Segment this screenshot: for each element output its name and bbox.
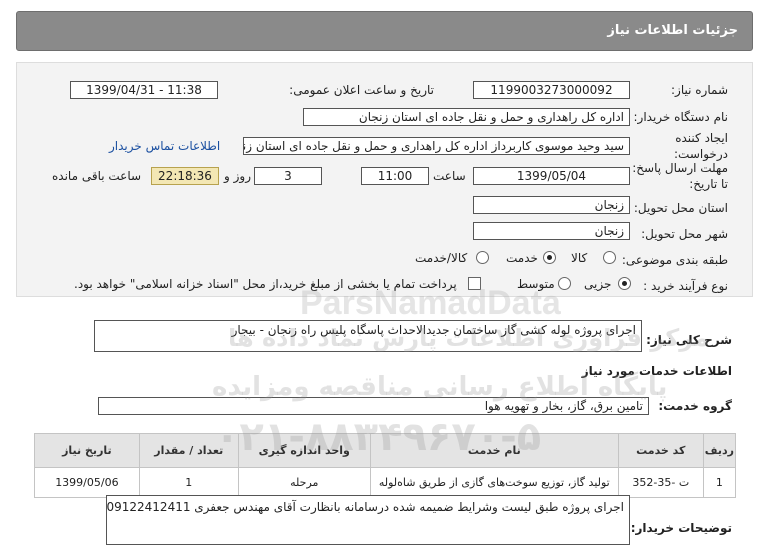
- category-goods-service-radio[interactable]: [476, 251, 489, 264]
- treasury-payment-checkbox[interactable]: [468, 277, 481, 290]
- table-header-row: ردیف کد خدمت نام خدمت واحد اندازه گیری ت…: [34, 433, 737, 468]
- creator-field: سید وحید موسوی کاربرداز اداره کل راهداری…: [243, 137, 630, 155]
- summary-field: اجرای پروژه لوله کشی گاز ساختمان جدیدالا…: [94, 320, 642, 352]
- summary-label: شرح کلی نیاز:: [646, 333, 732, 347]
- buyer-notes-label: توضیحات خریدار:: [630, 521, 732, 535]
- process-label: نوع فرآیند خرید :: [643, 279, 728, 293]
- page-header: جزئیات اطلاعات نیاز: [16, 11, 753, 51]
- deadline-time-label: ساعت: [433, 169, 466, 183]
- buyer-org-field: اداره کل راهداری و حمل و نقل جاده ای است…: [303, 108, 630, 126]
- table-cell: 1399/05/06: [34, 467, 140, 498]
- table-cell: 1: [138, 467, 239, 498]
- table-cell: 1: [702, 467, 737, 498]
- treasury-payment-note: پرداخت تمام یا بخشی از مبلغ خرید،از محل …: [74, 277, 457, 291]
- deadline-label-2: تا تاریخ:: [689, 177, 728, 191]
- remaining-time-field: 22:18:36: [151, 167, 219, 185]
- days-label: روز و: [224, 169, 251, 183]
- page-title: جزئیات اطلاعات نیاز: [607, 23, 738, 38]
- table-cell: ت -35-352: [617, 467, 704, 498]
- buyer-org-label: نام دستگاه خریدار:: [633, 110, 729, 124]
- category-service-label: خدمت: [506, 251, 538, 265]
- need-number-field: 1199003273000092: [473, 81, 630, 99]
- process-minor-radio[interactable]: [618, 277, 631, 290]
- column-header: نام خدمت: [369, 433, 619, 468]
- service-group-field: تامین برق، گاز، بخار و تهویه هوا: [98, 397, 649, 415]
- table-cell: مرحله: [237, 467, 371, 498]
- creator-label-2: درخواست:: [674, 147, 728, 161]
- category-service-radio[interactable]: [543, 251, 556, 264]
- column-header: تاریخ نیاز: [34, 433, 140, 468]
- category-goods-service-label: کالا/خدمت: [415, 251, 468, 265]
- table-row: 1 ت -35-352 تولید گاز، توزیع سوخت‌های گا…: [34, 467, 737, 498]
- announce-field: 1399/04/31 - 11:38: [70, 81, 218, 99]
- province-label: استان محل تحویل:: [633, 201, 728, 215]
- service-group-label: گروه خدمت:: [658, 399, 732, 413]
- city-field: زنجان: [473, 222, 630, 240]
- process-medium-radio[interactable]: [558, 277, 571, 290]
- remaining-time-label: ساعت باقی مانده: [52, 169, 142, 183]
- services-table: ردیف کد خدمت نام خدمت واحد اندازه گیری ت…: [34, 433, 737, 498]
- column-header: واحد اندازه گیری: [237, 433, 371, 468]
- buyer-contact-link[interactable]: اطلاعات تماس خریدار: [109, 139, 220, 153]
- column-header: ردیف: [702, 433, 737, 468]
- province-field: زنجان: [473, 196, 630, 214]
- buyer-notes-field: اجرای پروژه طبق لیست وشرایط ضمیمه شده در…: [106, 495, 630, 545]
- deadline-date-field: 1399/05/04: [473, 167, 630, 185]
- days-field: 3: [254, 167, 322, 185]
- table-cell: تولید گاز، توزیع سوخت‌های گازی از طریق ش…: [369, 467, 619, 498]
- deadline-label-1: مهلت ارسال پاسخ:: [632, 161, 728, 175]
- column-header: تعداد / مقدار: [138, 433, 239, 468]
- need-number-label: شماره نیاز:: [671, 83, 728, 97]
- category-goods-label: کالا: [571, 251, 588, 265]
- services-section-title: اطلاعات خدمات مورد نیاز: [581, 364, 732, 378]
- category-goods-radio[interactable]: [603, 251, 616, 264]
- city-label: شهر محل تحویل:: [641, 227, 728, 241]
- announce-label: تاریخ و ساعت اعلان عمومی:: [289, 83, 434, 97]
- deadline-time-field: 11:00: [361, 167, 429, 185]
- process-medium-label: متوسط: [517, 277, 555, 291]
- column-header: کد خدمت: [617, 433, 704, 468]
- category-label: طبقه بندی موضوعی:: [621, 253, 728, 267]
- creator-label-1: ایجاد کننده: [675, 131, 728, 145]
- process-minor-label: جزیی: [584, 277, 612, 291]
